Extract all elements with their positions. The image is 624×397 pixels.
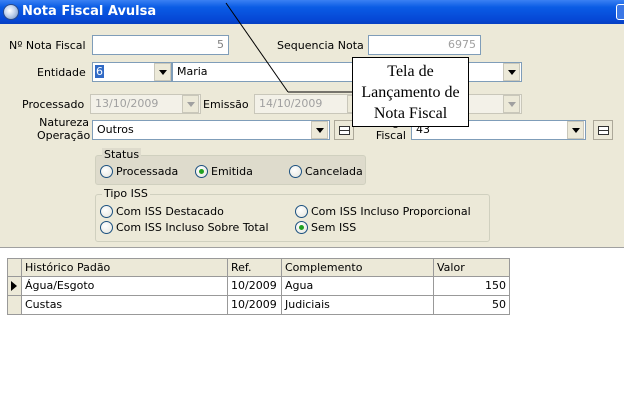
radio-selected-icon: [295, 221, 308, 234]
radio-icon: [100, 165, 113, 178]
status-emitida-radio[interactable]: Emitida: [195, 165, 253, 178]
cell-ref[interactable]: 10/2009: [228, 277, 282, 296]
entidade-name-value: Maria: [177, 65, 208, 78]
processado-date-dropdown[interactable]: [182, 95, 199, 113]
items-grid-area: Histórico Padão Ref. Complemento Valor Á…: [0, 247, 624, 397]
processado-label: Processado: [22, 98, 85, 111]
cell-historico[interactable]: Custas: [22, 296, 228, 315]
radio-selected-icon: [195, 165, 208, 178]
iss-incluso-total-radio[interactable]: Com ISS Incluso Sobre Total: [100, 221, 269, 234]
sequencia-label: Sequencia Nota: [277, 39, 364, 52]
chevron-down-icon: [158, 69, 167, 75]
codigo-fiscal-lookup-button[interactable]: [593, 120, 613, 140]
natureza-label: Natureza: [39, 116, 89, 129]
chevron-down-icon: [507, 101, 516, 107]
entidade-name-combo[interactable]: Maria: [172, 62, 522, 82]
sequencia-input[interactable]: 6975: [368, 35, 481, 55]
annotation-line-3: Nota Fiscal: [373, 105, 448, 122]
current-row-icon: [11, 281, 17, 291]
status-processada-radio[interactable]: Processada: [100, 165, 178, 178]
annotation-line-2: Lançamento de: [361, 84, 460, 101]
entidade-code-dropdown[interactable]: [154, 63, 171, 81]
natureza-operacao-combo[interactable]: Outros: [92, 120, 330, 140]
chevron-down-icon: [315, 127, 324, 133]
radio-icon: [100, 205, 113, 218]
row-indicator-header: [7, 258, 22, 277]
cell-valor[interactable]: 50: [434, 296, 510, 315]
form-icon: [338, 125, 350, 135]
tipo-iss-legend: Tipo ISS: [102, 187, 150, 200]
title-bar: Nota Fiscal Avulsa: [0, 0, 624, 24]
form-icon: [597, 125, 609, 135]
chevron-down-icon: [571, 127, 580, 133]
window-title: Nota Fiscal Avulsa: [22, 4, 157, 19]
window-control-button[interactable]: [616, 4, 624, 20]
entidade-code-value: 6: [95, 65, 104, 78]
codigo-fiscal-dropdown[interactable]: [567, 121, 584, 139]
chevron-down-icon: [186, 101, 195, 107]
fiscal-label: Fiscal: [375, 129, 406, 142]
sem-iss-radio[interactable]: Sem ISS: [295, 221, 356, 234]
chevron-down-icon: [507, 69, 516, 75]
col-header-historico[interactable]: Histórico Padão: [22, 258, 228, 277]
col-header-complemento[interactable]: Complemento: [282, 258, 434, 277]
tipo-iss-group: Tipo ISS: [95, 187, 490, 242]
cell-complemento[interactable]: Judiciais: [282, 296, 434, 315]
col-header-valor[interactable]: Valor: [434, 258, 510, 277]
entidade-label: Entidade: [37, 66, 86, 79]
natureza-operacao-dropdown[interactable]: [311, 121, 328, 139]
row-indicator: [7, 296, 22, 315]
status-cancelada-radio[interactable]: Cancelada: [289, 165, 363, 178]
entidade-name-dropdown[interactable]: [503, 63, 520, 81]
emissao-label: Emissão: [203, 98, 249, 111]
cell-complemento[interactable]: Agua: [282, 277, 434, 296]
radio-icon: [295, 205, 308, 218]
iss-incluso-proporcional-radio[interactable]: Com ISS Incluso Proporcional: [295, 205, 471, 218]
iss-destacado-radio[interactable]: Com ISS Destacado: [100, 205, 224, 218]
nota-fiscal-label: Nº Nota Fiscal: [9, 39, 86, 52]
natureza-operacao-value: Outros: [97, 123, 134, 136]
cell-valor[interactable]: 150: [434, 277, 510, 296]
disabled-combo-dropdown[interactable]: [503, 95, 520, 113]
row-indicator: [7, 277, 22, 296]
col-header-ref[interactable]: Ref.: [228, 258, 282, 277]
operacao-label: Operação: [37, 129, 91, 142]
natureza-lookup-button[interactable]: [334, 120, 354, 140]
nota-fiscal-input[interactable]: 5: [92, 35, 229, 55]
radio-icon: [100, 221, 113, 234]
status-legend: Status: [102, 148, 142, 161]
cell-historico[interactable]: Água/Esgoto: [22, 277, 228, 296]
app-icon: [3, 4, 19, 20]
annotation-line-1: Tela de: [387, 63, 434, 80]
cell-ref[interactable]: 10/2009: [228, 296, 282, 315]
radio-icon: [289, 165, 302, 178]
annotation-callout: Tela de Lançamento de Nota Fiscal: [352, 57, 469, 127]
